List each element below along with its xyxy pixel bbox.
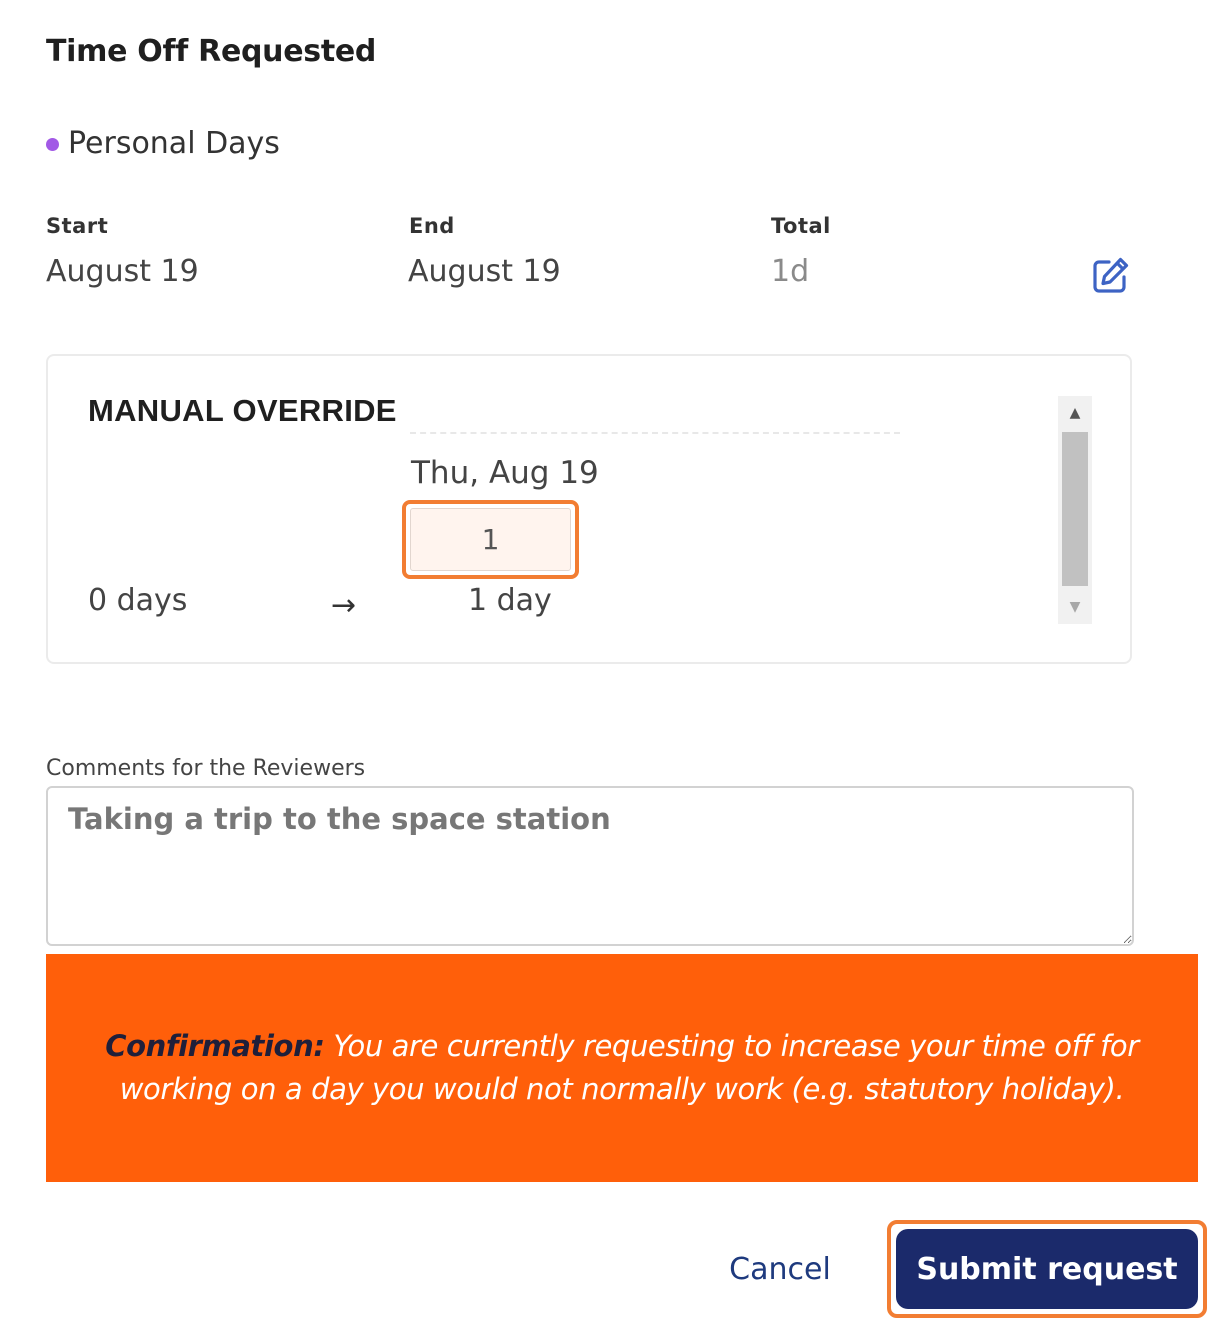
override-to-days: 1 day	[468, 583, 552, 618]
comments-textarea[interactable]: Taking a trip to the space station	[46, 786, 1134, 946]
policy-color-dot	[46, 138, 59, 151]
start-label: Start	[46, 214, 109, 238]
override-day-label: Thu, Aug 19	[411, 455, 599, 491]
page-title: Time Off Requested	[46, 34, 377, 69]
comments-label: Comments for the Reviewers	[46, 756, 366, 781]
confirmation-banner: Confirmation: You are currently requesti…	[46, 954, 1198, 1182]
confirmation-lead: Confirmation:	[105, 1029, 325, 1063]
total-value: 1d	[771, 254, 810, 289]
scroll-down-arrow-icon[interactable]: ▼	[1058, 590, 1092, 624]
override-divider	[410, 432, 900, 434]
end-value: August 19	[408, 254, 561, 289]
policy-type: Personal Days	[46, 126, 280, 161]
right-arrow-icon: →	[331, 588, 357, 623]
manual-override-title: MANUAL OVERRIDE	[88, 393, 397, 428]
confirmation-text: Confirmation: You are currently requesti…	[100, 1025, 1144, 1111]
override-day-input[interactable]	[410, 508, 571, 571]
edit-icon[interactable]	[1089, 255, 1131, 297]
policy-type-label: Personal Days	[68, 126, 280, 161]
scroll-up-arrow-icon[interactable]: ▲	[1058, 396, 1092, 430]
total-label: Total	[771, 214, 831, 238]
start-value: August 19	[46, 254, 199, 289]
override-from-days: 0 days	[88, 583, 188, 618]
end-label: End	[409, 214, 455, 238]
submit-request-button[interactable]: Submit request	[896, 1229, 1198, 1309]
cancel-button[interactable]: Cancel	[712, 1245, 848, 1295]
override-scrollbar[interactable]: ▲ ▼	[1058, 396, 1092, 624]
scroll-thumb[interactable]	[1062, 432, 1088, 586]
